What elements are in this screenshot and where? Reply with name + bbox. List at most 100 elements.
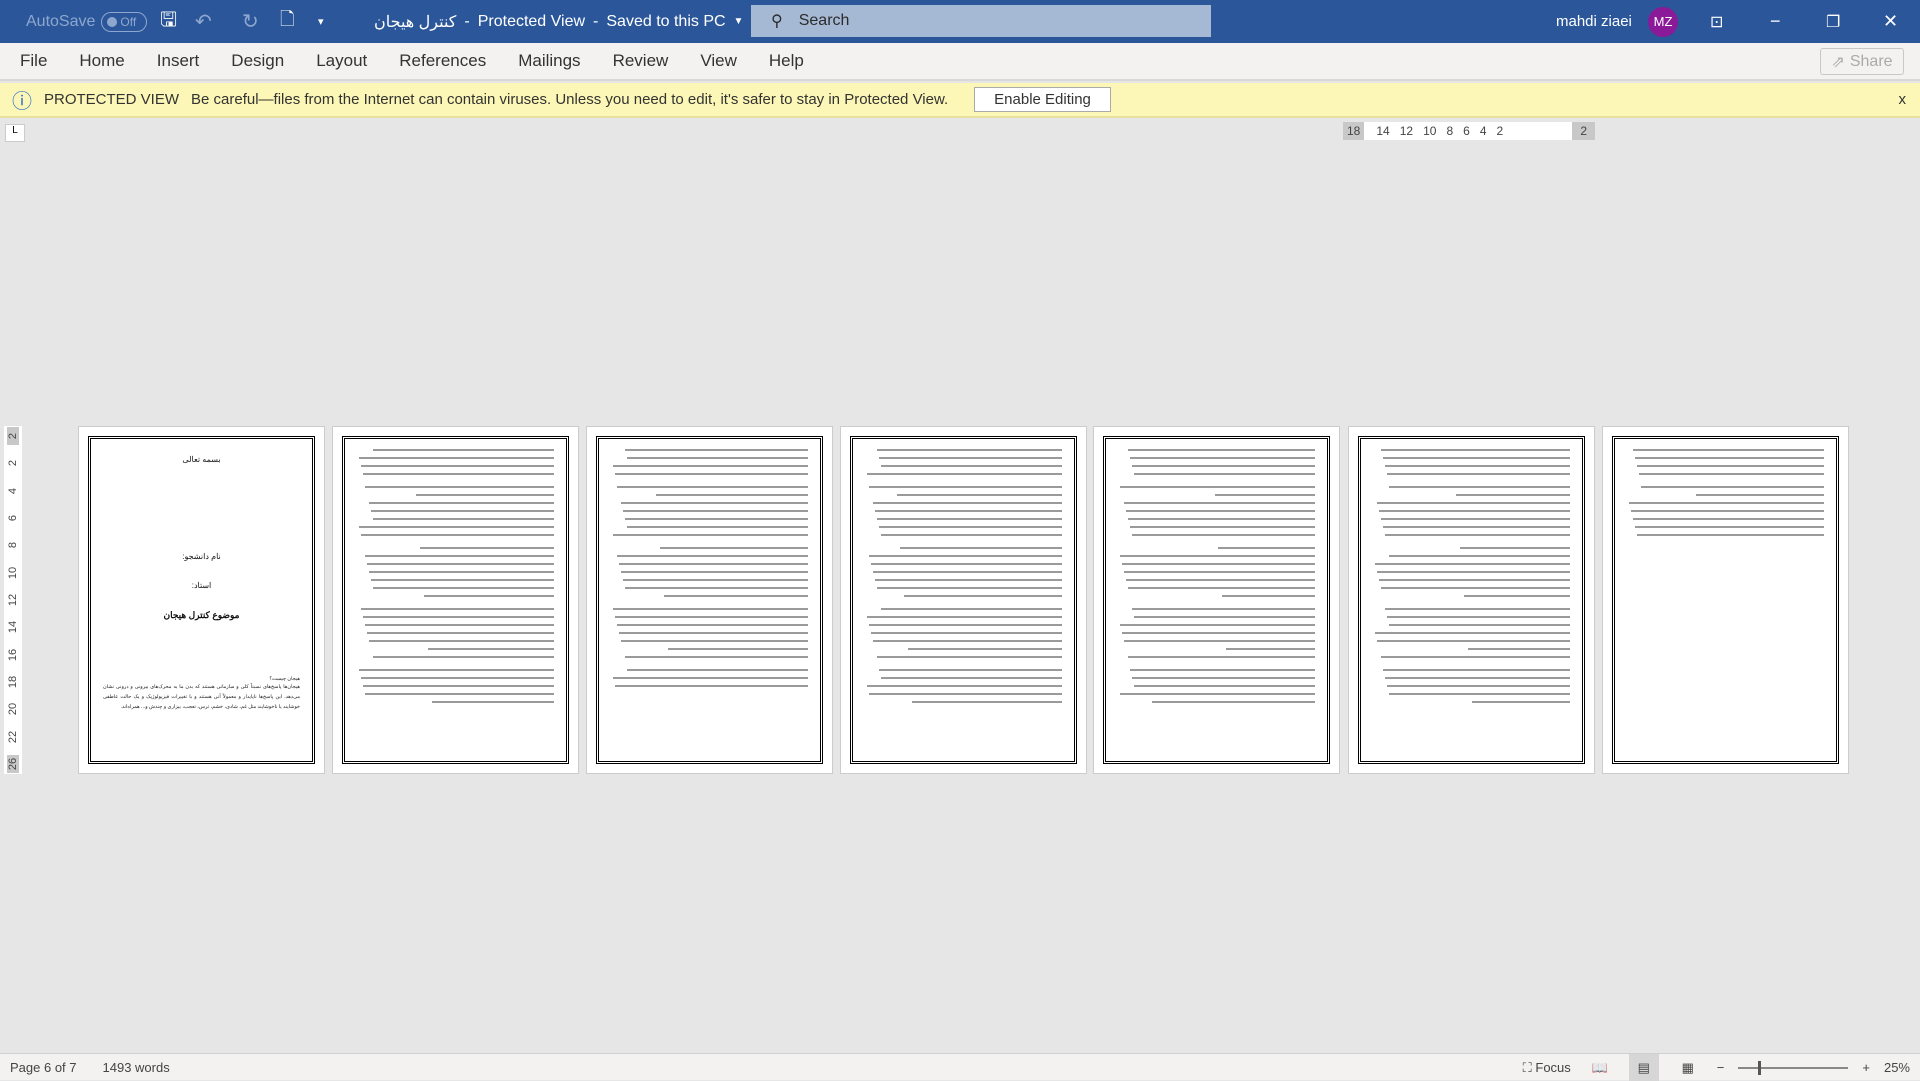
read-mode-icon[interactable]: 📖: [1585, 1054, 1615, 1081]
text-line: [1636, 465, 1824, 467]
text-line: [614, 473, 808, 475]
tab-insert[interactable]: Insert: [151, 51, 206, 71]
save-icon[interactable]: 🖫: [160, 0, 177, 43]
text-line: [372, 518, 554, 520]
text-line: [624, 656, 808, 658]
text-line: [1123, 571, 1315, 573]
text-line: [368, 502, 554, 504]
text-line: [416, 494, 554, 496]
enable-editing-button[interactable]: Enable Editing: [974, 87, 1111, 112]
text-line: [900, 547, 1062, 549]
autosave-toggle[interactable]: Off: [101, 11, 148, 32]
text-line: [612, 677, 808, 679]
text-line: [1218, 547, 1315, 549]
document-page[interactable]: [1093, 426, 1340, 774]
text-line: [364, 555, 554, 557]
text-line: [1388, 693, 1570, 695]
undo-icon[interactable]: ↶: [195, 0, 212, 43]
page-count[interactable]: Page 6 of 7: [10, 1060, 77, 1075]
page-border: [1358, 436, 1585, 764]
ruler-number: 8: [7, 542, 19, 549]
text-line: [362, 685, 554, 687]
text-line: [1127, 518, 1315, 520]
document-page[interactable]: [1602, 426, 1849, 774]
text-line: [358, 457, 554, 459]
save-state: Saved to this PC: [606, 12, 726, 30]
share-button[interactable]: ⇗ Share: [1820, 48, 1904, 75]
text-line: [1127, 656, 1315, 658]
text-line: [1695, 494, 1824, 496]
protected-view-message: Be careful—files from the Internet can c…: [191, 91, 949, 108]
chevron-down-icon: ▼: [733, 16, 744, 27]
zoom-slider-thumb[interactable]: [1758, 1060, 1762, 1075]
text-line: [1125, 579, 1315, 581]
text-line: [622, 510, 808, 512]
horizontal-ruler[interactable]: 18 14 12 10 8 6 4 2 2: [1343, 122, 1595, 140]
print-layout-icon[interactable]: ▤: [1628, 1054, 1659, 1081]
minimize-icon[interactable]: −: [1770, 0, 1781, 43]
word-count[interactable]: 1493 words: [103, 1060, 170, 1075]
tab-view[interactable]: View: [694, 51, 743, 71]
tab-mailings[interactable]: Mailings: [512, 51, 586, 71]
tab-selector[interactable]: L: [5, 124, 25, 142]
text-line: [364, 486, 554, 488]
autosave[interactable]: AutoSave Off: [26, 0, 148, 43]
close-icon[interactable]: x: [1899, 91, 1907, 108]
vertical-ruler[interactable]: 2 2 4 6 8 10 12 14 16 18 20 22 26: [4, 426, 22, 774]
text-line: [1131, 677, 1315, 679]
text-line: [614, 616, 808, 618]
tab-help[interactable]: Help: [763, 51, 810, 71]
text-line: [1131, 534, 1315, 536]
share-label: Share: [1849, 52, 1893, 70]
ribbon-display-options-icon[interactable]: ⊡: [1710, 0, 1723, 43]
avatar[interactable]: MZ: [1648, 6, 1678, 37]
tab-layout[interactable]: Layout: [310, 51, 373, 71]
text-line: [870, 563, 1062, 565]
text-line: [626, 457, 808, 459]
text-line: [614, 685, 808, 687]
page-border: بسمه تعالی نام دانشجو: استاد: موضوع کنتر…: [88, 436, 315, 764]
text-line: [872, 640, 1062, 642]
tab-review[interactable]: Review: [607, 51, 675, 71]
text-line: [423, 595, 554, 597]
zoom-in-icon[interactable]: +: [1862, 1060, 1870, 1075]
document-page[interactable]: [332, 426, 579, 774]
new-document-icon[interactable]: 🗋: [280, 0, 294, 43]
text-line: [1376, 571, 1570, 573]
document-page[interactable]: بسمه تعالی نام دانشجو: استاد: موضوع کنتر…: [78, 426, 325, 774]
focus-button[interactable]: ⛶ Focus: [1523, 1060, 1571, 1076]
document-title[interactable]: کنترل هیجان - Protected View - Saved to this…: [374, 0, 743, 43]
tab-file[interactable]: File: [14, 51, 53, 71]
text-line: [1121, 632, 1315, 634]
text-line: [1463, 595, 1570, 597]
search-box[interactable]: ⚲ Search: [751, 5, 1211, 37]
text-line: [1384, 608, 1570, 610]
restore-icon[interactable]: ❐: [1826, 0, 1840, 43]
text-line: [880, 608, 1062, 610]
redo-icon[interactable]: ↻: [242, 0, 259, 43]
document-page[interactable]: [586, 426, 833, 774]
text-line: [1376, 502, 1570, 504]
zoom-level[interactable]: 25%: [1884, 1060, 1910, 1075]
user-name[interactable]: mahdi ziaei: [1556, 0, 1632, 43]
tab-references[interactable]: References: [393, 51, 492, 71]
text-line: [1222, 595, 1315, 597]
document-page[interactable]: [1348, 426, 1595, 774]
text-line: [1378, 510, 1570, 512]
tab-home[interactable]: Home: [73, 51, 130, 71]
text-line: [1127, 587, 1315, 589]
close-icon[interactable]: ✕: [1883, 0, 1898, 43]
text-line: [620, 571, 808, 573]
customize-toolbar-icon[interactable]: ▾: [318, 0, 324, 43]
document-page[interactable]: [840, 426, 1087, 774]
zoom-slider[interactable]: [1738, 1060, 1849, 1075]
text-line: [876, 587, 1062, 589]
ruler-number: 10: [7, 566, 19, 579]
text-line: [1384, 677, 1570, 679]
zoom-out-icon[interactable]: −: [1717, 1060, 1725, 1075]
text-line: [868, 486, 1062, 488]
web-layout-icon[interactable]: ▦: [1673, 1054, 1703, 1081]
tab-design[interactable]: Design: [225, 51, 290, 71]
text-line: [872, 571, 1062, 573]
text-line: [1125, 510, 1315, 512]
